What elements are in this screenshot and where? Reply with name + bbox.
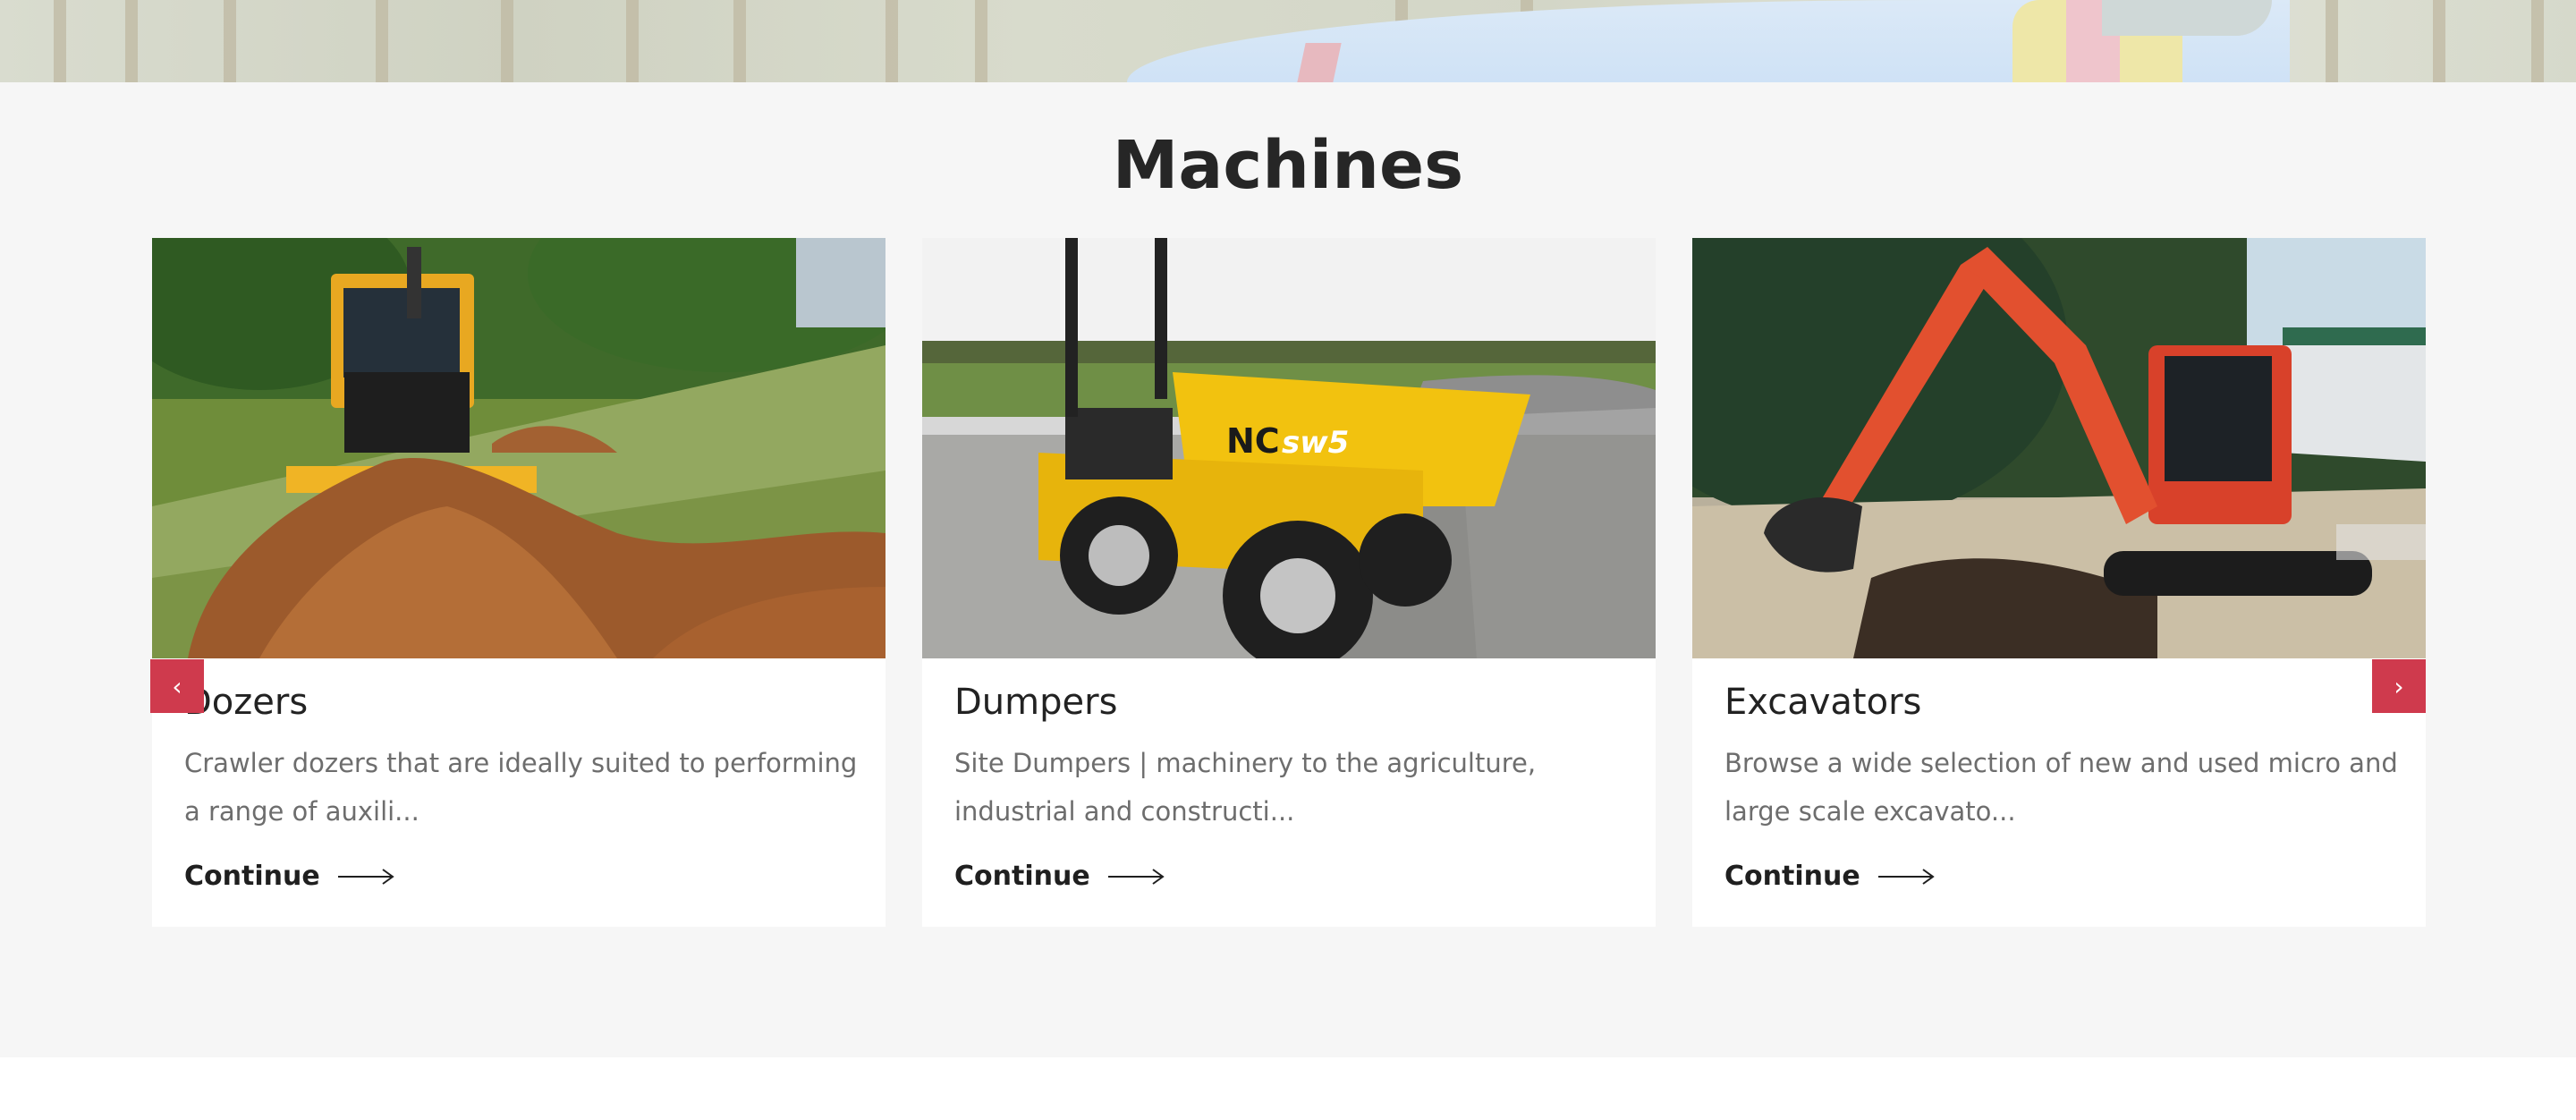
machine-card-dozers[interactable]: Dozers Crawler dozers that are ideally s… — [152, 238, 886, 927]
hero-image-strip — [0, 0, 2576, 82]
svg-text:sw5: sw5 — [1282, 425, 1349, 461]
arrow-right-icon — [1877, 868, 1935, 885]
machines-section: Machines Dozers Crawler dozers that are … — [0, 82, 2576, 1057]
card-description: Browse a wide selection of new and used … — [1724, 748, 2398, 827]
arrow-right-icon — [337, 868, 394, 885]
section-title: Machines — [1112, 127, 1464, 204]
continue-label: Continue — [954, 861, 1090, 892]
continue-link[interactable]: Continue — [1724, 861, 1936, 892]
svg-text:NC: NC — [1226, 421, 1280, 461]
carousel-prev-button[interactable]: ‹ — [150, 659, 204, 713]
chevron-right-icon: › — [2394, 671, 2404, 701]
continue-label: Continue — [184, 861, 320, 892]
card-description: Site Dumpers | machinery to the agricult… — [954, 748, 1537, 827]
card-title: Dumpers — [954, 682, 1118, 723]
continue-link[interactable]: Continue — [954, 861, 1165, 892]
machine-card-excavators[interactable]: Excavators Browse a wide selection of ne… — [1692, 238, 2426, 927]
carousel-next-button[interactable]: › — [2372, 659, 2426, 713]
excavator-image[interactable] — [1692, 238, 2426, 658]
chevron-left-icon: ‹ — [172, 671, 182, 701]
card-description: Crawler dozers that are ideally suited t… — [184, 748, 858, 827]
continue-link[interactable]: Continue — [184, 861, 395, 892]
continue-label: Continue — [1724, 861, 1860, 892]
dumper-image[interactable]: NC sw5 — [922, 238, 1656, 658]
card-title: Excavators — [1724, 682, 1922, 723]
dozer-image[interactable] — [152, 238, 886, 658]
machine-card-dumpers[interactable]: NC sw5 Dumpers Site Dumpers | machinery … — [922, 238, 1656, 927]
arrow-right-icon — [1107, 868, 1165, 885]
